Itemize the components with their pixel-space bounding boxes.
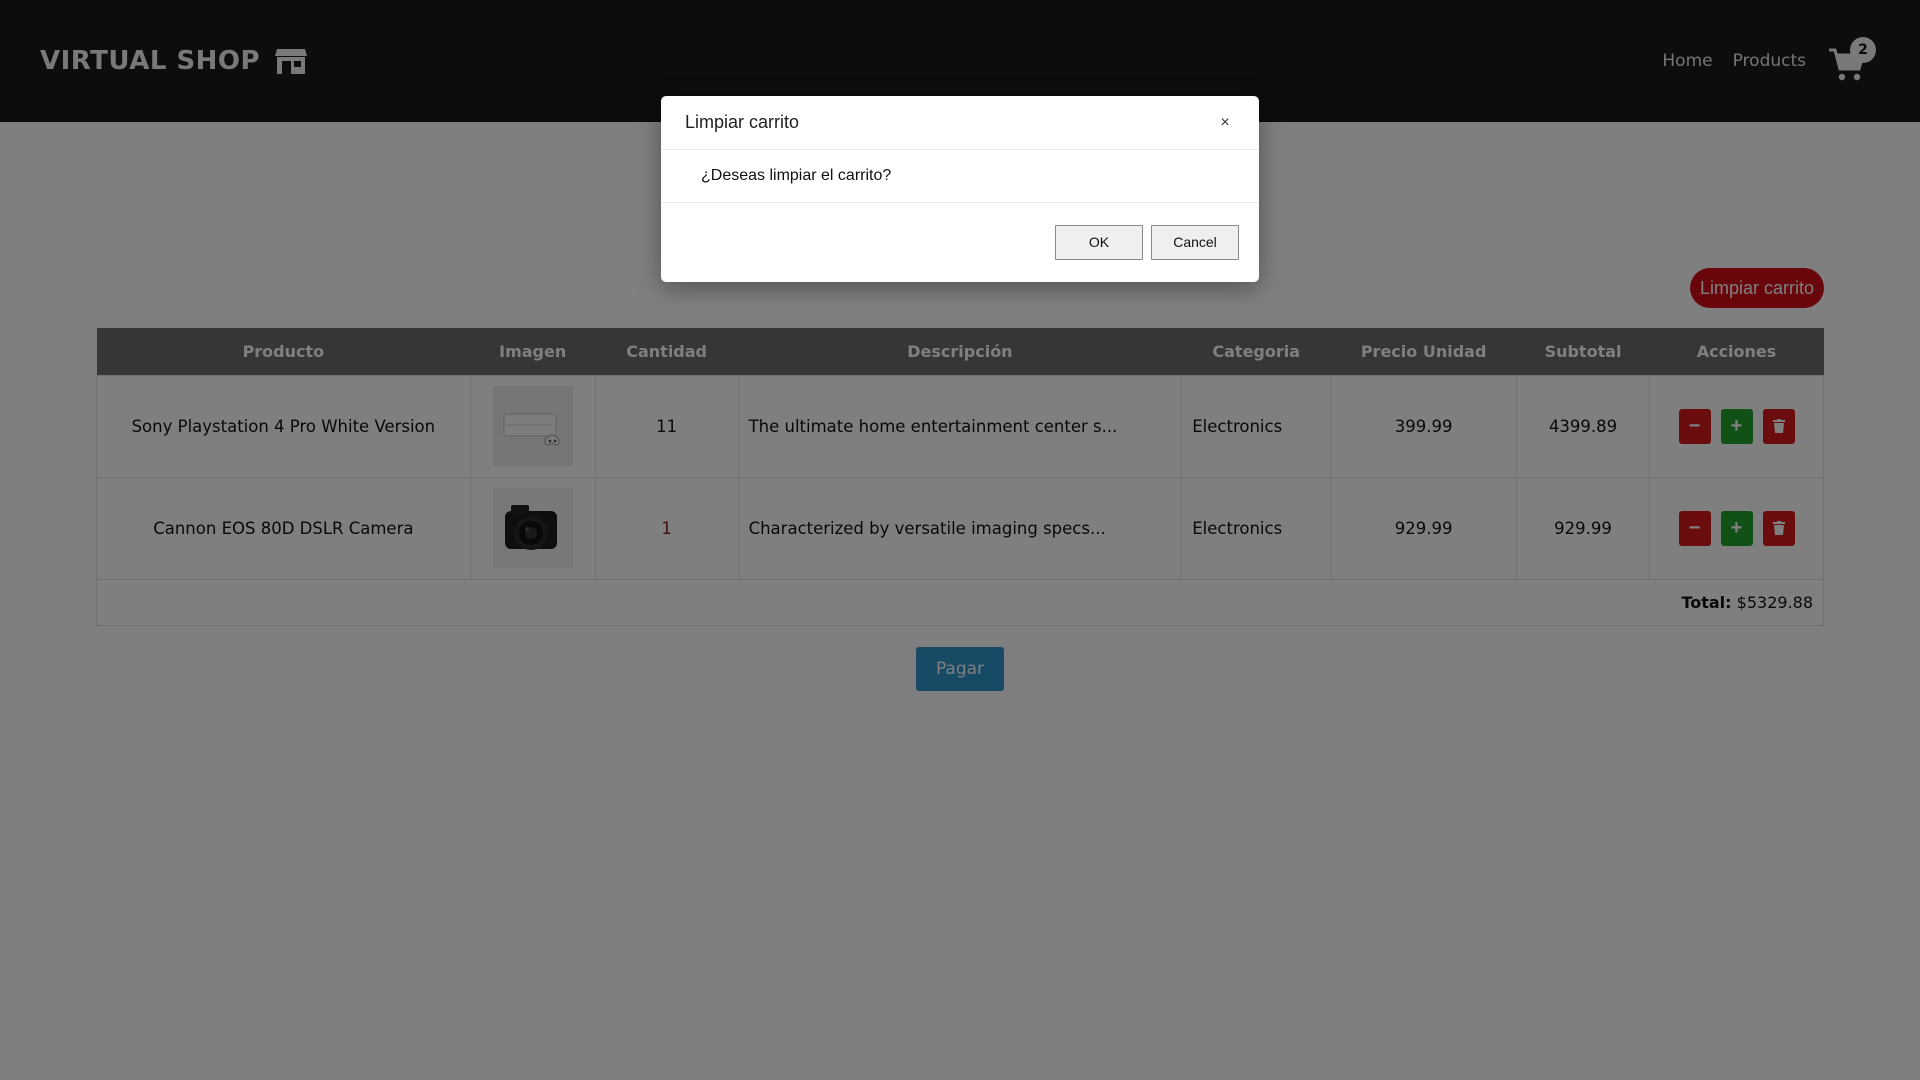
ok-button[interactable]: OK (1055, 224, 1143, 260)
close-icon[interactable]: × (1215, 114, 1235, 132)
cancel-button[interactable]: Cancel (1151, 224, 1239, 260)
dialog-title: Limpiar carrito (685, 112, 800, 132)
confirm-dialog: Limpiar carrito × ¿Deseas limpiar el car… (661, 96, 1259, 282)
dialog-message: ¿Deseas limpiar el carrito? (701, 167, 892, 184)
dialog-header: Limpiar carrito × (661, 96, 1259, 150)
dialog-body: ¿Deseas limpiar el carrito? (661, 150, 1259, 203)
dialog-footer: OK Cancel (661, 203, 1259, 281)
